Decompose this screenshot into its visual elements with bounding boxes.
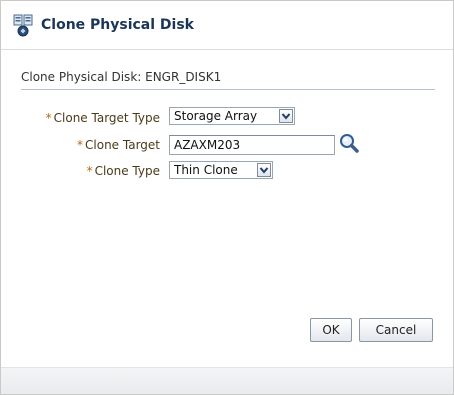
clone-type-label-text: Clone Type bbox=[94, 164, 160, 178]
clone-target-label-text: Clone Target bbox=[85, 138, 160, 152]
clone-target-type-label: * Clone Target Type bbox=[46, 111, 160, 125]
required-marker: * bbox=[86, 164, 93, 178]
dialog-window: Clone Physical Disk Clone Physical Disk:… bbox=[0, 0, 454, 395]
clone-target-type-value: Storage Array bbox=[174, 109, 258, 123]
clone-type-select[interactable]: Thin Clone bbox=[169, 161, 273, 179]
dialog-header: Clone Physical Disk bbox=[1, 1, 453, 50]
ok-button[interactable]: OK bbox=[310, 318, 352, 342]
clone-disk-icon bbox=[13, 14, 35, 38]
clone-target-label: * Clone Target bbox=[77, 138, 160, 152]
cancel-button-label: Cancel bbox=[375, 323, 417, 337]
required-marker: * bbox=[77, 138, 84, 152]
cancel-button[interactable]: Cancel bbox=[359, 318, 433, 342]
clone-target-input[interactable] bbox=[169, 135, 335, 155]
clone-target-type-label-text: Clone Target Type bbox=[53, 111, 160, 125]
chevron-down-icon[interactable] bbox=[257, 163, 271, 177]
dialog-title: Clone Physical Disk bbox=[41, 17, 194, 33]
subheader-text: Clone Physical Disk: ENGR_DISK1 bbox=[21, 70, 222, 84]
dialog-body: Clone Physical Disk: ENGR_DISK1 * Clone T… bbox=[1, 50, 453, 394]
clone-target-type-select[interactable]: Storage Array bbox=[169, 107, 295, 125]
clone-type-label: * Clone Type bbox=[87, 164, 160, 178]
search-icon[interactable] bbox=[338, 132, 360, 154]
dialog-footer-band bbox=[1, 367, 453, 394]
subheader-divider bbox=[21, 89, 435, 90]
required-marker: * bbox=[45, 111, 52, 125]
clone-type-value: Thin Clone bbox=[174, 163, 238, 177]
ok-button-label: OK bbox=[322, 323, 340, 337]
chevron-down-icon[interactable] bbox=[279, 109, 293, 123]
